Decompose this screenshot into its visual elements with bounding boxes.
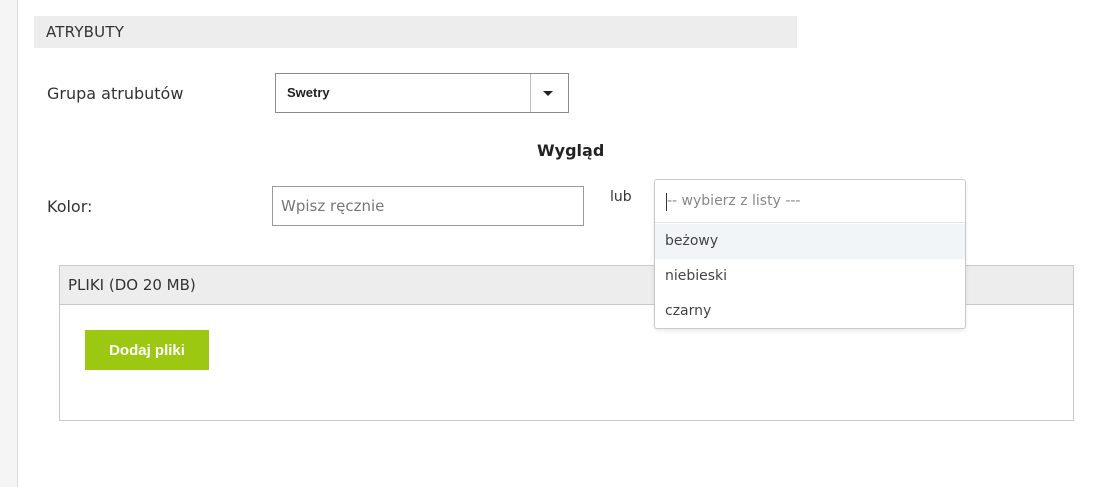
color-label: Kolor: <box>47 197 93 216</box>
color-option-niebieski[interactable]: niebieski <box>655 259 965 294</box>
color-dropdown-search-input[interactable] <box>667 188 957 214</box>
add-files-button[interactable]: Dodaj pliki <box>85 330 209 370</box>
color-dropdown[interactable]: beżowy niebieski czarny <box>654 179 966 329</box>
color-dropdown-search-row <box>655 180 965 223</box>
or-label: lub <box>610 189 632 205</box>
color-option-czarny[interactable]: czarny <box>655 294 965 329</box>
select-divider <box>530 74 531 112</box>
color-manual-input[interactable] <box>272 186 584 226</box>
attribute-group-selected-value: Swetry <box>287 85 330 100</box>
attributes-section-header: ATRYBUTY <box>34 16 797 48</box>
color-option-bezowy[interactable]: beżowy <box>655 224 965 259</box>
appearance-heading: Wygląd <box>537 141 605 160</box>
attributes-section-title: ATRYBUTY <box>46 23 125 41</box>
attribute-group-label: Grupa atrubutów <box>47 84 184 103</box>
chevron-down-icon[interactable] <box>543 91 553 96</box>
attribute-group-select[interactable]: Swetry <box>275 73 569 113</box>
left-sidebar-edge <box>0 0 18 487</box>
files-section-title: PLIKI (DO 20 MB) <box>68 276 196 294</box>
